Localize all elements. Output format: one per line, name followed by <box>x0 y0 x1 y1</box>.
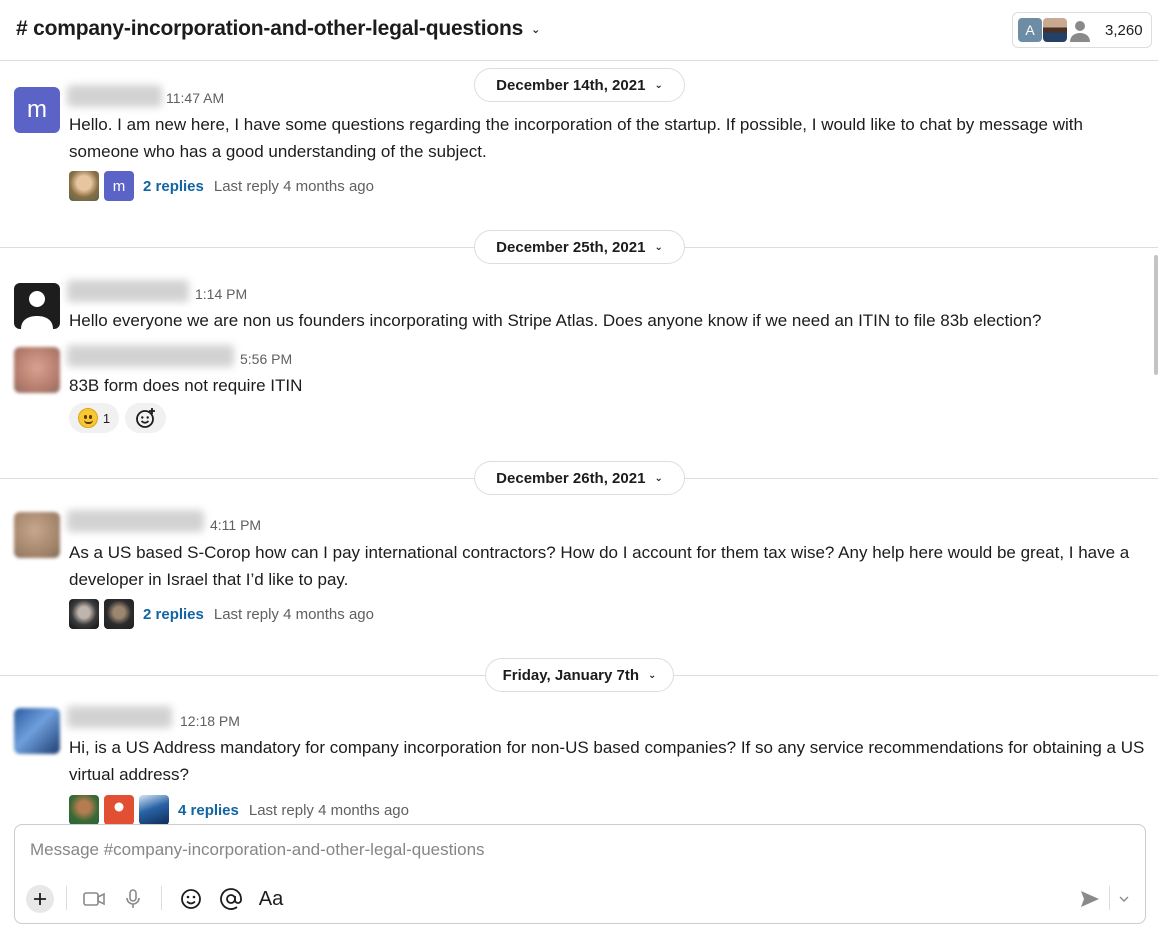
date-divider-button[interactable]: December 26th, 2021 ⌄ <box>474 461 685 495</box>
send-icon[interactable] <box>1077 883 1103 915</box>
date-label: December 26th, 2021 <box>496 469 646 487</box>
timestamp[interactable]: 5:56 PM <box>240 351 292 367</box>
thread-summary[interactable]: 4 replies Last reply 4 months ago <box>69 795 409 825</box>
message-text: Hello everyone we are non us founders in… <box>69 311 1042 330</box>
thread-summary[interactable]: 2 replies Last reply 4 months ago <box>69 599 374 629</box>
person-icon <box>1068 18 1092 42</box>
last-reply-text: Last reply 4 months ago <box>248 801 409 819</box>
microphone-icon[interactable] <box>122 883 144 915</box>
message-input[interactable] <box>30 837 1030 863</box>
toolbar-separator <box>161 886 162 910</box>
reply-avatar <box>69 171 99 201</box>
avatar[interactable] <box>14 512 60 558</box>
chevron-down-icon: ⌄ <box>654 472 663 484</box>
reply-avatar <box>69 599 99 629</box>
last-reply-text: Last reply 4 months ago <box>213 605 374 623</box>
chevron-down-icon[interactable] <box>1115 883 1133 915</box>
avatar[interactable]: m <box>14 87 60 133</box>
default-user-icon <box>21 291 53 329</box>
thread-summary[interactable]: m 2 replies Last reply 4 months ago <box>69 171 374 201</box>
member-avatar <box>1043 18 1067 42</box>
reply-avatar <box>69 795 99 825</box>
timestamp[interactable]: 1:14 PM <box>195 286 247 302</box>
reaction-pill[interactable]: 1 <box>69 403 119 433</box>
message-composer: Aa <box>14 824 1146 924</box>
sender-name-redacted[interactable] <box>67 510 204 532</box>
date-label: Friday, January 7th <box>502 666 640 684</box>
message-text: As a US based S-Corop how can I pay inte… <box>69 543 1130 589</box>
video-icon[interactable] <box>81 883 107 915</box>
avatar[interactable] <box>14 347 60 393</box>
composer-toolbar: Aa <box>15 881 1145 917</box>
message-text: Hi, is a US Address mandatory for compan… <box>69 738 1145 784</box>
formatting-button[interactable]: Aa <box>257 883 285 915</box>
members-button[interactable]: A 3,260 <box>1012 12 1152 48</box>
date-label: December 14th, 2021 <box>496 76 646 94</box>
replies-link[interactable]: 4 replies <box>178 802 239 819</box>
reply-avatar <box>139 795 169 825</box>
date-divider-button[interactable]: Friday, January 7th ⌄ <box>485 658 674 692</box>
chevron-down-icon: ⌄ <box>654 241 663 253</box>
message-text: Hello. I am new here, I have some questi… <box>69 115 1083 161</box>
date-divider-button[interactable]: December 25th, 2021 ⌄ <box>474 230 685 264</box>
timestamp[interactable]: 11:47 AM <box>166 90 224 106</box>
toolbar-separator <box>1109 886 1110 910</box>
chevron-down-icon: ⌄ <box>531 23 541 36</box>
emoji-icon[interactable] <box>179 883 203 915</box>
reaction-count: 1 <box>102 410 111 426</box>
add-reaction-icon <box>135 408 155 428</box>
sender-name-redacted[interactable] <box>67 85 162 107</box>
timestamp[interactable]: 4:11 PM <box>210 517 261 533</box>
sender-name-redacted[interactable] <box>67 706 172 728</box>
channel-header: # company-incorporation-and-other-legal-… <box>0 0 1158 61</box>
add-reaction-button[interactable] <box>125 403 166 433</box>
sender-name-redacted[interactable] <box>67 280 189 302</box>
reply-avatar: m <box>104 171 134 201</box>
message-feed: December 14th, 2021 ⌄ m 11:47 AM Hello. I… <box>0 61 1158 825</box>
avatar[interactable] <box>14 283 60 329</box>
member-avatar: A <box>1018 18 1042 42</box>
replies-link[interactable]: 2 replies <box>143 606 204 623</box>
date-divider-button[interactable]: December 14th, 2021 ⌄ <box>474 68 685 102</box>
last-reply-text: Last reply 4 months ago <box>213 177 374 195</box>
reply-avatar <box>104 795 134 825</box>
scrollbar[interactable] <box>1154 255 1158 375</box>
reply-avatar <box>104 599 134 629</box>
plus-icon[interactable] <box>26 885 54 913</box>
replies-link[interactable]: 2 replies <box>143 178 204 195</box>
message-text: 83B form does not require ITIN <box>69 376 303 395</box>
channel-name: # company-incorporation-and-other-legal-… <box>16 17 524 40</box>
sender-name-redacted[interactable] <box>67 345 234 367</box>
toolbar-separator <box>66 886 67 910</box>
channel-title-button[interactable]: # company-incorporation-and-other-legal-… <box>16 17 540 41</box>
chevron-down-icon: ⌄ <box>648 669 657 681</box>
smiley-emoji-icon <box>77 408 98 428</box>
avatar[interactable] <box>14 708 60 754</box>
date-label: December 25th, 2021 <box>496 238 646 256</box>
member-count: 3,260 <box>1105 21 1143 39</box>
chevron-down-icon: ⌄ <box>654 79 663 91</box>
timestamp[interactable]: 12:18 PM <box>180 713 240 729</box>
mention-icon[interactable] <box>219 883 243 915</box>
